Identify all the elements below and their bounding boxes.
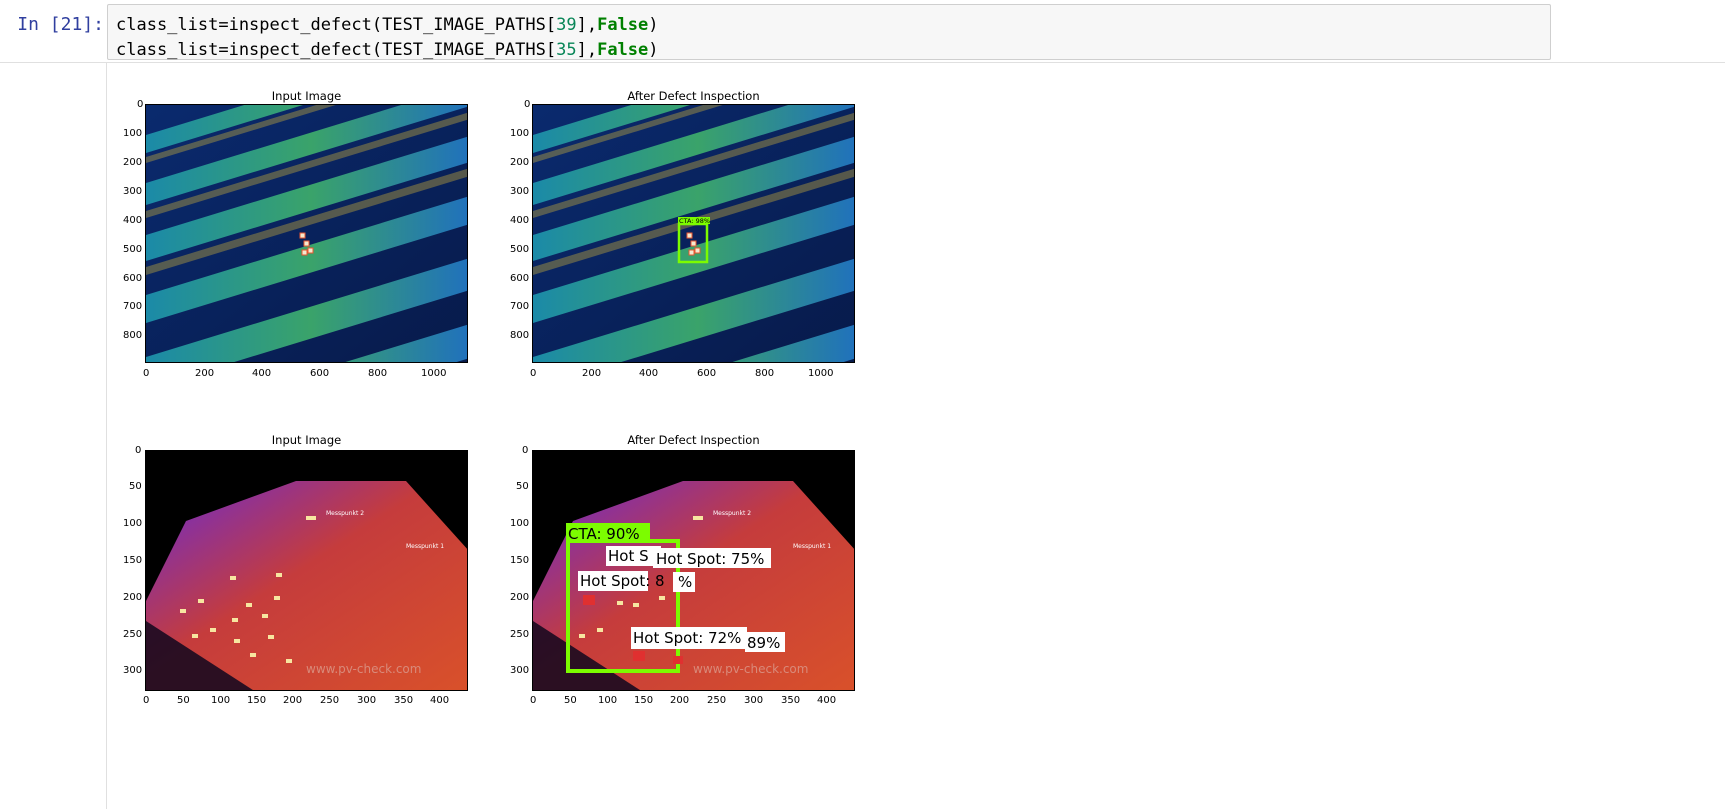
measure-point-1: Messpunkt 1 bbox=[406, 543, 444, 550]
figure1-output-title: After Defect Inspection bbox=[627, 89, 760, 103]
svg-text:Hot Spot: 72%: Hot Spot: 72% bbox=[633, 629, 741, 647]
output-area: Input Image After Defect Inspection CTA:… bbox=[107, 63, 1707, 809]
svg-text:Hot Spot: 75%: Hot Spot: 75% bbox=[656, 550, 764, 568]
svg-text:%: % bbox=[678, 573, 692, 591]
svg-text:Messpunkt 1: Messpunkt 1 bbox=[793, 543, 831, 550]
measure-point-2: Messpunkt 2 bbox=[326, 510, 364, 517]
figure2-input-image: Messpunkt 2 Messpunkt 1 www.pv-check.com bbox=[145, 450, 468, 691]
figure2-input-title: Input Image bbox=[271, 433, 342, 447]
input-prompt: In [21]: bbox=[17, 14, 104, 35]
code-line-1: class_list=inspect_defect(TEST_IMAGE_PAT… bbox=[116, 15, 659, 35]
svg-text:CTA: 90%: CTA: 90% bbox=[568, 525, 640, 543]
svg-text:Messpunkt 2: Messpunkt 2 bbox=[713, 510, 751, 517]
figure1-output-image: CTA: 98% bbox=[532, 104, 855, 363]
figure1-input-title: Input Image bbox=[271, 89, 342, 103]
watermark: www.pv-check.com bbox=[306, 662, 421, 676]
figure2-output-image: Messpunkt 2 Messpunkt 1 www.pv-check.com… bbox=[532, 450, 855, 691]
svg-text:89%: 89% bbox=[747, 634, 780, 652]
figure1-input-image bbox=[145, 104, 468, 363]
code-line-2: class_list=inspect_defect(TEST_IMAGE_PAT… bbox=[116, 40, 659, 60]
svg-text:www.pv-check.com: www.pv-check.com bbox=[693, 662, 808, 676]
figure2-output-title: After Defect Inspection bbox=[627, 433, 760, 447]
svg-text:Hot Spot: 8: Hot Spot: 8 bbox=[580, 572, 665, 590]
detection-label: CTA: 98% bbox=[679, 217, 710, 225]
svg-text:Hot S: Hot S bbox=[608, 547, 649, 565]
code-cell[interactable]: class_list=inspect_defect(TEST_IMAGE_PAT… bbox=[107, 4, 1551, 60]
